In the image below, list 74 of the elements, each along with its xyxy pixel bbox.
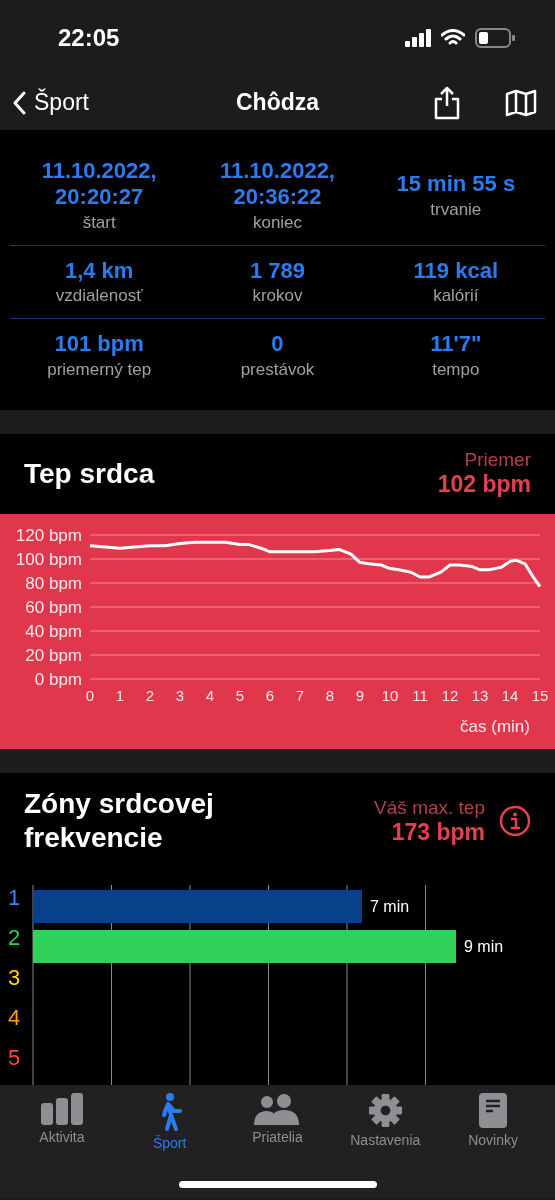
x-axis-label: 3 [175, 686, 185, 704]
document-icon [479, 1092, 508, 1128]
section-title: Tep srdca [24, 457, 155, 490]
y-axis-label: 120 bpm [15, 525, 82, 545]
x-axis-label: 0 [85, 686, 95, 704]
stat-value: 1 789 [249, 257, 305, 285]
x-axis-label: 8 [325, 686, 335, 704]
x-axis-title: čas (min) [460, 716, 530, 736]
x-axis-label: 7 [295, 686, 305, 704]
tab-bar-item[interactable]: Novinky [443, 1092, 544, 1151]
stat-label: tempo [432, 359, 480, 380]
stat-label: štart [82, 212, 116, 233]
stat-label: priemerný tep [47, 359, 152, 380]
wifi-icon [441, 28, 465, 47]
stat-value: 15 min 55 s [396, 171, 516, 198]
tab-bar-item[interactable]: Šport [119, 1092, 220, 1151]
x-axis-label: 9 [355, 686, 365, 704]
stat-label: trvanie [430, 199, 482, 220]
y-axis-label: 20 bpm [25, 645, 82, 665]
x-axis-label: 4 [205, 686, 215, 704]
stat-value: 0 [271, 331, 284, 358]
x-axis-label: 14 [501, 686, 519, 704]
y-axis-label: 60 bpm [25, 597, 82, 617]
share-icon[interactable] [433, 85, 461, 120]
x-axis-label: 11 [412, 686, 428, 704]
stat-label: prestávok [240, 359, 315, 380]
stat-value: 119 kcal [413, 257, 499, 285]
settings-icon [367, 1092, 403, 1128]
info-icon[interactable] [499, 805, 531, 838]
back-button[interactable]: Šport [12, 89, 89, 116]
x-axis-label: 13 [471, 686, 489, 704]
x-axis-label: 15 [531, 686, 549, 704]
stat-value: 1,4 km [64, 257, 134, 285]
tab-bar-item[interactable]: Priatelia [227, 1092, 328, 1151]
bar-value-label: 7 min [370, 897, 410, 915]
x-axis-label: 2 [145, 686, 155, 704]
stat-label: koniec [252, 212, 303, 233]
stat-value: 11.10.2022, 20:20:27 [40, 158, 158, 211]
x-axis-label: 6 [265, 686, 275, 704]
zone-label: 5 [7, 1044, 21, 1070]
stat-label: vzdialenosť [55, 286, 143, 307]
average-label: Priemer [464, 449, 531, 472]
battery-icon [475, 27, 515, 48]
x-axis-label: 5 [235, 686, 245, 704]
zone-label: 1 [7, 884, 21, 910]
x-axis-label: 12 [441, 686, 459, 704]
chevron-left-icon [12, 90, 26, 115]
tab-bar-item[interactable]: Aktivita [11, 1092, 112, 1151]
screen-title: Chôdza [235, 89, 320, 115]
zone-label: 3 [7, 964, 21, 990]
max-rate-label: Váš max. tep [374, 796, 485, 819]
average-value: 102 bpm [437, 471, 531, 499]
map-icon[interactable] [505, 88, 537, 117]
zone-label: 2 [7, 924, 21, 950]
max-rate-value: 173 bpm [391, 818, 485, 846]
section-title: Zóny srdcovej frekvencie [24, 787, 215, 855]
stat-value: 101 bpm [54, 331, 144, 358]
bar-value-label: 9 min [464, 937, 504, 955]
y-axis-label: 80 bpm [25, 573, 82, 593]
tab-bar-item[interactable]: Nastavenia [335, 1092, 436, 1151]
y-axis-label: 0 bpm [34, 669, 82, 689]
y-axis-label: 100 bpm [15, 549, 82, 569]
stat-label: krokov [252, 286, 303, 307]
zone-label: 4 [7, 1004, 21, 1030]
bar-chart-icon [40, 1092, 83, 1125]
signal-icon [405, 28, 431, 47]
x-axis-label: 1 [115, 686, 125, 704]
stat-value: 11.10.2022, 20:36:22 [218, 158, 336, 211]
people-icon [254, 1092, 301, 1125]
stat-value: 11'7" [430, 331, 482, 358]
status-time: 22:05 [58, 23, 120, 52]
x-axis-label: 10 [381, 686, 399, 704]
stat-label: kalórií [433, 286, 479, 307]
y-axis-label: 40 bpm [25, 621, 82, 641]
